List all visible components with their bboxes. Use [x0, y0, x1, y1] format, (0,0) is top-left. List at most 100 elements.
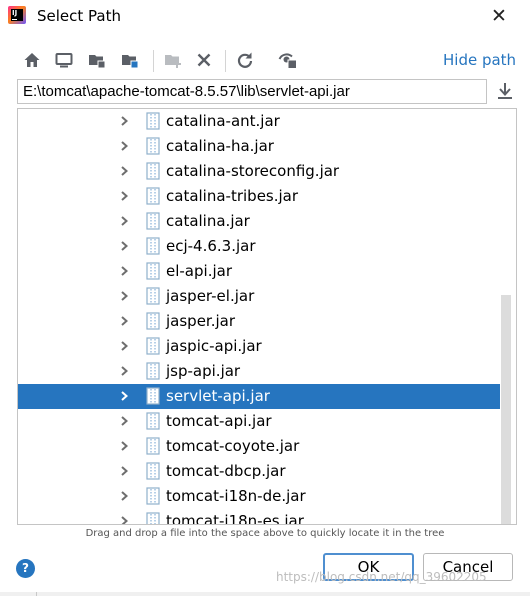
- help-button[interactable]: ?: [16, 559, 35, 578]
- delete-icon: [197, 53, 211, 67]
- chevron-right-icon[interactable]: [118, 240, 130, 252]
- tree-item-label: catalina-storeconfig.jar: [166, 162, 340, 180]
- show-hidden-button[interactable]: [276, 48, 300, 72]
- jar-file-icon: [146, 387, 160, 405]
- chevron-right-icon[interactable]: [118, 490, 130, 502]
- jar-file-icon: [146, 337, 160, 355]
- download-icon: [498, 83, 512, 99]
- tree-row[interactable]: tomcat-api.jar: [18, 409, 500, 434]
- tree-row[interactable]: jsp-api.jar: [18, 359, 500, 384]
- dialog-title: Select Path: [37, 7, 121, 25]
- tree-item-label: tomcat-i18n-de.jar: [166, 487, 306, 505]
- jar-file-icon: [146, 237, 160, 255]
- tree-row[interactable]: catalina-storeconfig.jar: [18, 159, 500, 184]
- chevron-right-icon[interactable]: [118, 265, 130, 277]
- tree-row[interactable]: ecj-4.6.3.jar: [18, 234, 500, 259]
- tree-row[interactable]: tomcat-i18n-de.jar: [18, 484, 500, 509]
- jar-file-icon: [146, 287, 160, 305]
- drag-drop-hint: Drag and drop a file into the space abov…: [85, 528, 445, 539]
- download-button[interactable]: [494, 80, 516, 102]
- hide-path-link[interactable]: Hide path: [443, 51, 516, 69]
- jar-file-icon: [146, 262, 160, 280]
- watermark-text: https://blog.csdn.net/qq_39602205: [276, 570, 487, 584]
- tree-item-label: catalina-ha.jar: [166, 137, 274, 155]
- tree-row[interactable]: el-api.jar: [18, 259, 500, 284]
- desktop-button[interactable]: [52, 48, 76, 72]
- show-hidden-icon: [278, 53, 297, 69]
- jar-file-icon: [146, 487, 160, 505]
- refresh-icon: [237, 52, 253, 68]
- chevron-right-icon[interactable]: [118, 340, 130, 352]
- chevron-right-icon[interactable]: [118, 390, 130, 402]
- tree-row[interactable]: catalina-ant.jar: [18, 109, 500, 134]
- chevron-right-icon[interactable]: [118, 315, 130, 327]
- project-button[interactable]: [85, 48, 109, 72]
- tree-row[interactable]: jaspic-api.jar: [18, 334, 500, 359]
- tree-item-label: jasper-el.jar: [166, 287, 255, 305]
- chevron-right-icon[interactable]: [118, 115, 130, 127]
- jar-file-icon: [146, 362, 160, 380]
- chevron-right-icon[interactable]: [118, 515, 130, 525]
- module-folder-icon: [122, 55, 139, 69]
- home-icon: [24, 53, 40, 67]
- bottom-edge-tick: [36, 592, 37, 596]
- chevron-right-icon[interactable]: [118, 190, 130, 202]
- new-folder-icon: [165, 55, 181, 68]
- chevron-right-icon[interactable]: [118, 165, 130, 177]
- tree-row[interactable]: catalina.jar: [18, 209, 500, 234]
- toolbar-separator: [225, 50, 226, 72]
- delete-button[interactable]: [192, 48, 216, 72]
- chevron-right-icon[interactable]: [118, 215, 130, 227]
- tree-item-label: catalina.jar: [166, 212, 250, 230]
- tree-row[interactable]: tomcat-coyote.jar: [18, 434, 500, 459]
- chevron-right-icon[interactable]: [118, 440, 130, 452]
- chevron-right-icon[interactable]: [118, 365, 130, 377]
- jar-file-icon: [146, 187, 160, 205]
- file-tree[interactable]: catalina-ant.jar catalina-ha.jar catalina-…: [17, 108, 517, 525]
- chevron-right-icon[interactable]: [118, 415, 130, 427]
- tree-row[interactable]: tomcat-dbcp.jar: [18, 459, 500, 484]
- jar-file-icon: [146, 212, 160, 230]
- jar-file-icon: [146, 312, 160, 330]
- chevron-right-icon[interactable]: [118, 140, 130, 152]
- module-button[interactable]: [118, 48, 142, 72]
- tree-item-label: jasper.jar: [166, 312, 236, 330]
- home-button[interactable]: [20, 48, 44, 72]
- project-folder-icon: [89, 55, 106, 69]
- tree-row[interactable]: servlet-api.jar: [18, 384, 500, 409]
- tree-row[interactable]: tomcat-i18n-es.jar: [18, 509, 500, 525]
- tree-item-label: jsp-api.jar: [166, 362, 241, 380]
- jar-file-icon: [146, 162, 160, 180]
- jar-file-icon: [146, 512, 160, 524]
- tree-row[interactable]: catalina-tribes.jar: [18, 184, 500, 209]
- jar-file-icon: [146, 112, 160, 130]
- tree-item-label: catalina-ant.jar: [166, 112, 280, 130]
- tree-item-label: tomcat-api.jar: [166, 412, 272, 430]
- desktop-icon: [55, 53, 73, 68]
- refresh-button[interactable]: [233, 48, 257, 72]
- jar-file-icon: [146, 462, 160, 480]
- chevron-right-icon[interactable]: [118, 290, 130, 302]
- tree-item-label: ecj-4.6.3.jar: [166, 237, 256, 255]
- tree-item-label: tomcat-i18n-es.jar: [166, 512, 304, 525]
- tree-row[interactable]: jasper-el.jar: [18, 284, 500, 309]
- jar-file-icon: [146, 437, 160, 455]
- tree-item-label: tomcat-coyote.jar: [166, 437, 300, 455]
- tree-row[interactable]: jasper.jar: [18, 309, 500, 334]
- jar-file-icon: [146, 412, 160, 430]
- toolbar-separator: [153, 50, 154, 72]
- intellij-app-icon: IJ: [8, 6, 26, 24]
- title-bar: IJ Select Path ✕: [0, 0, 530, 32]
- jar-file-icon: [146, 137, 160, 155]
- close-button[interactable]: ✕: [486, 4, 512, 28]
- new-folder-button[interactable]: [161, 48, 185, 72]
- tree-item-label: el-api.jar: [166, 262, 232, 280]
- chevron-right-icon[interactable]: [118, 465, 130, 477]
- bottom-edge: [0, 592, 530, 596]
- tree-item-label: tomcat-dbcp.jar: [166, 462, 286, 480]
- tree-item-label: servlet-api.jar: [166, 387, 270, 405]
- tree-item-label: catalina-tribes.jar: [166, 187, 299, 205]
- tree-scrollbar-thumb[interactable]: [501, 295, 511, 524]
- tree-row[interactable]: catalina-ha.jar: [18, 134, 500, 159]
- path-input[interactable]: [17, 79, 487, 104]
